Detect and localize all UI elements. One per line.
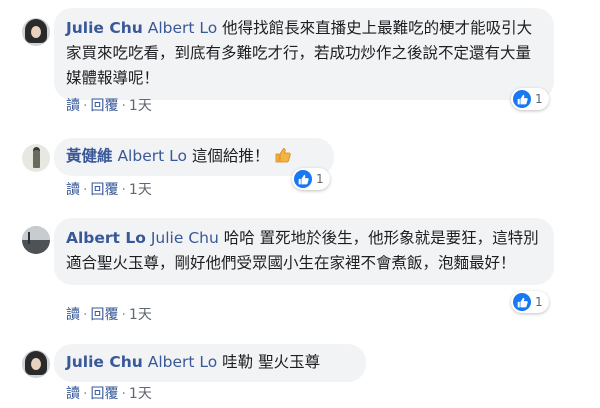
avatar[interactable]	[22, 226, 50, 254]
avatar[interactable]	[22, 18, 50, 46]
comment-author[interactable]: Julie Chu	[66, 19, 143, 37]
comment-text: 哇勒 聖火玉尊	[222, 353, 321, 371]
like-icon	[513, 90, 531, 108]
like-icon	[294, 170, 312, 188]
reaction-count[interactable]: 1	[292, 168, 330, 190]
comment-mention[interactable]: Julie Chu	[151, 229, 219, 247]
comment-bubble: 黃健維 Albert Lo 這個給推！	[54, 138, 334, 176]
reaction-number: 1	[316, 172, 324, 186]
reply-link[interactable]: 回覆	[90, 182, 118, 198]
like-icon	[513, 293, 531, 311]
timestamp[interactable]: 1天	[129, 182, 152, 198]
reaction-number: 1	[535, 295, 543, 309]
comment-actions: 讀 · 回覆 · 1天	[66, 182, 152, 198]
reaction-count[interactable]: 1	[511, 291, 549, 313]
comment-actions: 讀 · 回覆 · 1天	[66, 386, 152, 402]
timestamp[interactable]: 1天	[129, 307, 152, 323]
comment-text: 這個給推！	[191, 147, 270, 165]
comment-actions: 讀 · 回覆 · 1天	[66, 307, 152, 323]
comment-mention[interactable]: Albert Lo	[148, 353, 218, 371]
comment-bubble: Julie Chu Albert Lo 他得找館長來直播史上最難吃的梗才能吸引大…	[54, 8, 554, 100]
timestamp[interactable]: 1天	[129, 386, 152, 402]
comment-author[interactable]: Julie Chu	[66, 353, 143, 371]
reaction-number: 1	[535, 92, 543, 106]
avatar[interactable]	[22, 144, 50, 172]
comment-mention[interactable]: Albert Lo	[117, 147, 187, 165]
like-link[interactable]: 讀	[66, 182, 80, 198]
comment-bubble: Julie Chu Albert Lo 哇勒 聖火玉尊	[54, 344, 366, 382]
comment-mention[interactable]: Albert Lo	[148, 19, 218, 37]
like-link[interactable]: 讀	[66, 98, 80, 114]
reply-link[interactable]: 回覆	[90, 307, 118, 323]
reaction-count[interactable]: 1	[511, 88, 549, 110]
comment-author[interactable]: 黃健維	[66, 147, 113, 165]
comment-bubble: Albert Lo Julie Chu 哈哈 置死地於後生，他形象就是要狂，這特…	[54, 218, 554, 285]
timestamp[interactable]: 1天	[129, 98, 152, 114]
comment-actions: 讀 · 回覆 · 1天	[66, 98, 152, 114]
reply-link[interactable]: 回覆	[90, 386, 118, 402]
like-link[interactable]: 讀	[66, 386, 80, 402]
comment-author[interactable]: Albert Lo	[66, 229, 146, 247]
avatar[interactable]	[22, 350, 50, 378]
thumbs-up-emoji	[274, 146, 292, 164]
like-link[interactable]: 讀	[66, 307, 80, 323]
reply-link[interactable]: 回覆	[90, 98, 118, 114]
